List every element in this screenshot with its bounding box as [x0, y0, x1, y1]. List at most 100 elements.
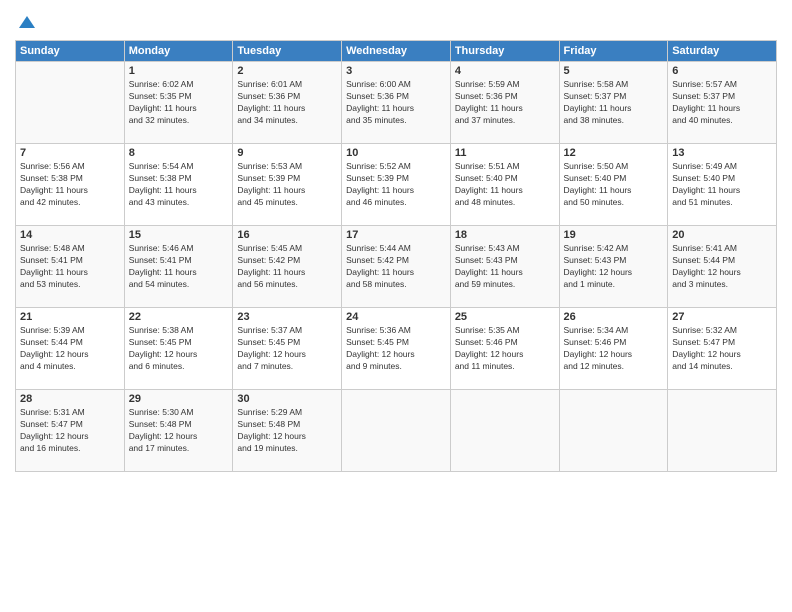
day-info: Sunrise: 6:01 AM Sunset: 5:36 PM Dayligh… [237, 79, 337, 127]
logo-icon [17, 14, 37, 34]
day-number: 17 [346, 229, 446, 241]
day-number: 1 [129, 65, 229, 77]
day-cell: 19 Sunrise: 5:42 AM Sunset: 5:43 PM Dayli… [559, 226, 668, 308]
header-day: Tuesday [233, 41, 342, 62]
day-info: Sunrise: 5:37 AM Sunset: 5:45 PM Dayligh… [237, 325, 337, 373]
header-day: Saturday [668, 41, 777, 62]
day-info: Sunrise: 5:57 AM Sunset: 5:37 PM Dayligh… [672, 79, 772, 127]
day-info: Sunrise: 5:50 AM Sunset: 5:40 PM Dayligh… [564, 161, 664, 209]
day-info: Sunrise: 5:46 AM Sunset: 5:41 PM Dayligh… [129, 243, 229, 291]
day-number: 8 [129, 147, 229, 159]
day-cell: 20 Sunrise: 5:41 AM Sunset: 5:44 PM Dayli… [668, 226, 777, 308]
day-cell: 1Sunrise: 6:02 AM Sunset: 5:35 PM Daylig… [124, 62, 233, 144]
day-cell: 4 Sunrise: 5:59 AM Sunset: 5:36 PM Daylig… [450, 62, 559, 144]
day-cell: 22 Sunrise: 5:38 AM Sunset: 5:45 PM Dayli… [124, 308, 233, 390]
day-cell [342, 390, 451, 472]
day-cell: 5 Sunrise: 5:58 AM Sunset: 5:37 PM Daylig… [559, 62, 668, 144]
day-info: Sunrise: 6:00 AM Sunset: 5:36 PM Dayligh… [346, 79, 446, 127]
day-info: Sunrise: 5:59 AM Sunset: 5:36 PM Dayligh… [455, 79, 555, 127]
day-number: 25 [455, 311, 555, 323]
day-info: Sunrise: 5:29 AM Sunset: 5:48 PM Dayligh… [237, 407, 337, 455]
day-info: Sunrise: 5:49 AM Sunset: 5:40 PM Dayligh… [672, 161, 772, 209]
week-row: 14 Sunrise: 5:48 AM Sunset: 5:41 PM Dayli… [16, 226, 777, 308]
day-cell: 27Sunrise: 5:32 AM Sunset: 5:47 PM Dayli… [668, 308, 777, 390]
day-number: 16 [237, 229, 337, 241]
day-cell: 23 Sunrise: 5:37 AM Sunset: 5:45 PM Dayli… [233, 308, 342, 390]
day-cell: 7 Sunrise: 5:56 AM Sunset: 5:38 PM Daylig… [16, 144, 125, 226]
day-info: Sunrise: 5:38 AM Sunset: 5:45 PM Dayligh… [129, 325, 229, 373]
day-cell: 16 Sunrise: 5:45 AM Sunset: 5:42 PM Dayli… [233, 226, 342, 308]
week-row: 21 Sunrise: 5:39 AM Sunset: 5:44 PM Dayli… [16, 308, 777, 390]
day-info: Sunrise: 5:31 AM Sunset: 5:47 PM Dayligh… [20, 407, 120, 455]
day-cell: 15 Sunrise: 5:46 AM Sunset: 5:41 PM Dayli… [124, 226, 233, 308]
day-number: 11 [455, 147, 555, 159]
day-cell: 26Sunrise: 5:34 AM Sunset: 5:46 PM Dayli… [559, 308, 668, 390]
day-cell: 6 Sunrise: 5:57 AM Sunset: 5:37 PM Daylig… [668, 62, 777, 144]
day-info: Sunrise: 5:30 AM Sunset: 5:48 PM Dayligh… [129, 407, 229, 455]
day-cell: 2 Sunrise: 6:01 AM Sunset: 5:36 PM Daylig… [233, 62, 342, 144]
day-info: Sunrise: 5:44 AM Sunset: 5:42 PM Dayligh… [346, 243, 446, 291]
day-info: Sunrise: 5:52 AM Sunset: 5:39 PM Dayligh… [346, 161, 446, 209]
day-cell: 14 Sunrise: 5:48 AM Sunset: 5:41 PM Dayli… [16, 226, 125, 308]
day-info: Sunrise: 5:45 AM Sunset: 5:42 PM Dayligh… [237, 243, 337, 291]
day-number: 10 [346, 147, 446, 159]
day-cell: 17 Sunrise: 5:44 AM Sunset: 5:42 PM Dayli… [342, 226, 451, 308]
day-number: 29 [129, 393, 229, 405]
day-cell [668, 390, 777, 472]
day-cell: 3 Sunrise: 6:00 AM Sunset: 5:36 PM Daylig… [342, 62, 451, 144]
day-number: 6 [672, 65, 772, 77]
day-number: 13 [672, 147, 772, 159]
day-number: 5 [564, 65, 664, 77]
day-cell [16, 62, 125, 144]
day-number: 7 [20, 147, 120, 159]
day-info: Sunrise: 5:32 AM Sunset: 5:47 PM Dayligh… [672, 325, 772, 373]
day-info: Sunrise: 5:58 AM Sunset: 5:37 PM Dayligh… [564, 79, 664, 127]
day-cell [559, 390, 668, 472]
day-cell: 10 Sunrise: 5:52 AM Sunset: 5:39 PM Dayli… [342, 144, 451, 226]
day-number: 22 [129, 311, 229, 323]
calendar-table: SundayMondayTuesdayWednesdayThursdayFrid… [15, 40, 777, 472]
day-cell: 12 Sunrise: 5:50 AM Sunset: 5:40 PM Dayli… [559, 144, 668, 226]
day-cell: 18 Sunrise: 5:43 AM Sunset: 5:43 PM Dayli… [450, 226, 559, 308]
day-info: Sunrise: 5:39 AM Sunset: 5:44 PM Dayligh… [20, 325, 120, 373]
day-cell: 13 Sunrise: 5:49 AM Sunset: 5:40 PM Dayli… [668, 144, 777, 226]
day-info: Sunrise: 5:56 AM Sunset: 5:38 PM Dayligh… [20, 161, 120, 209]
day-number: 14 [20, 229, 120, 241]
day-number: 4 [455, 65, 555, 77]
day-cell: 24 Sunrise: 5:36 AM Sunset: 5:45 PM Dayli… [342, 308, 451, 390]
day-info: Sunrise: 5:43 AM Sunset: 5:43 PM Dayligh… [455, 243, 555, 291]
day-info: Sunrise: 5:36 AM Sunset: 5:45 PM Dayligh… [346, 325, 446, 373]
header [15, 10, 777, 34]
day-info: Sunrise: 5:53 AM Sunset: 5:39 PM Dayligh… [237, 161, 337, 209]
day-number: 12 [564, 147, 664, 159]
day-info: Sunrise: 5:34 AM Sunset: 5:46 PM Dayligh… [564, 325, 664, 373]
header-day: Thursday [450, 41, 559, 62]
day-info: Sunrise: 5:35 AM Sunset: 5:46 PM Dayligh… [455, 325, 555, 373]
day-cell: 25 Sunrise: 5:35 AM Sunset: 5:46 PM Dayli… [450, 308, 559, 390]
day-cell: 29 Sunrise: 5:30 AM Sunset: 5:48 PM Dayli… [124, 390, 233, 472]
day-number: 24 [346, 311, 446, 323]
day-info: Sunrise: 5:41 AM Sunset: 5:44 PM Dayligh… [672, 243, 772, 291]
day-number: 18 [455, 229, 555, 241]
day-number: 19 [564, 229, 664, 241]
day-number: 30 [237, 393, 337, 405]
page: SundayMondayTuesdayWednesdayThursdayFrid… [0, 0, 792, 612]
day-number: 23 [237, 311, 337, 323]
day-cell: 11Sunrise: 5:51 AM Sunset: 5:40 PM Dayli… [450, 144, 559, 226]
day-cell: 21 Sunrise: 5:39 AM Sunset: 5:44 PM Dayli… [16, 308, 125, 390]
day-number: 3 [346, 65, 446, 77]
header-row: SundayMondayTuesdayWednesdayThursdayFrid… [16, 41, 777, 62]
day-cell: 28 Sunrise: 5:31 AM Sunset: 5:47 PM Dayli… [16, 390, 125, 472]
day-info: Sunrise: 5:48 AM Sunset: 5:41 PM Dayligh… [20, 243, 120, 291]
header-day: Wednesday [342, 41, 451, 62]
day-number: 20 [672, 229, 772, 241]
logo [15, 14, 37, 34]
day-info: Sunrise: 5:54 AM Sunset: 5:38 PM Dayligh… [129, 161, 229, 209]
day-number: 2 [237, 65, 337, 77]
day-number: 21 [20, 311, 120, 323]
day-number: 28 [20, 393, 120, 405]
header-day: Friday [559, 41, 668, 62]
header-day: Sunday [16, 41, 125, 62]
day-info: Sunrise: 5:42 AM Sunset: 5:43 PM Dayligh… [564, 243, 664, 291]
day-number: 15 [129, 229, 229, 241]
